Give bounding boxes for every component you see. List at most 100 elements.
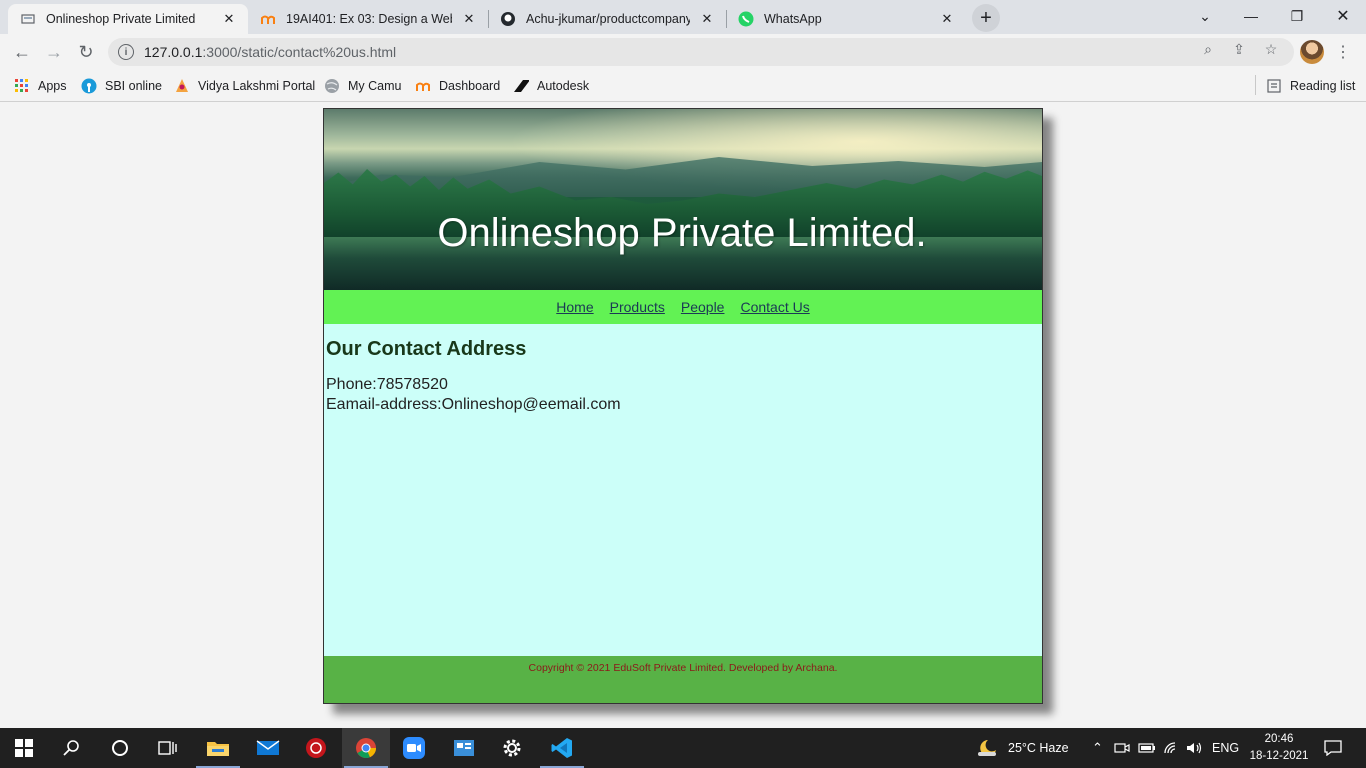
bookmark-sbi[interactable]: SBI online: [81, 76, 162, 96]
search-button[interactable]: [48, 728, 96, 768]
bookmark-autodesk[interactable]: Autodesk: [513, 76, 589, 96]
meet-now-icon[interactable]: [1114, 728, 1130, 768]
url-host: 127.0.0.1: [144, 44, 203, 60]
minimize-button[interactable]: —: [1228, 0, 1274, 32]
wifi-icon[interactable]: [1163, 728, 1181, 768]
search-icon: [63, 740, 79, 756]
url-path: :3000/static/contact%20us.html: [202, 44, 397, 60]
vscode-button[interactable]: [538, 728, 586, 768]
site-footer: Copyright © 2021 EduSoft Private Limited…: [324, 656, 1042, 703]
contact-heading: Our Contact Address: [326, 338, 527, 360]
folder-icon: [207, 742, 229, 756]
file-explorer-button[interactable]: [194, 728, 242, 768]
close-tab-icon[interactable]: ✕: [698, 10, 716, 28]
contact-email: Eamail-address:Onlineshop@eemail.com: [326, 396, 621, 413]
vscode-icon: [551, 738, 572, 758]
header-banner: Onlineshop Private Limited.: [324, 109, 1042, 290]
nav-people-link[interactable]: People: [681, 299, 725, 315]
browser-toolbar: ← → ↻ i 127.0.0.1:3000/static/contact%20…: [0, 34, 1366, 70]
task-view-icon: [158, 741, 177, 755]
start-button[interactable]: [0, 728, 48, 768]
taskbar: 25°C Haze ⌃ ENG 20:46 18-12-2021: [0, 728, 1366, 768]
cortana-icon: [112, 740, 128, 756]
nav-products-link[interactable]: Products: [610, 299, 665, 315]
nav-home-link[interactable]: Home: [556, 299, 593, 315]
close-window-button[interactable]: ✕: [1320, 0, 1366, 32]
bookmark-dashboard[interactable]: Dashboard: [415, 76, 500, 96]
app-red-button[interactable]: [292, 728, 340, 768]
page-icon: [20, 11, 36, 27]
back-button[interactable]: ←: [8, 38, 36, 66]
bookmark-apps[interactable]: Apps: [14, 76, 67, 96]
taskbar-clock[interactable]: 20:46 18-12-2021: [1244, 731, 1314, 765]
new-tab-button[interactable]: +: [972, 4, 1000, 32]
contact-content: Our Contact Address Phone:78578520 Eamai…: [324, 324, 1042, 657]
shield-red-icon: [306, 738, 326, 758]
bookmark-star-icon[interactable]: ☆: [1261, 39, 1281, 59]
apps-grid-icon: [14, 78, 30, 94]
whatsapp-icon: [738, 11, 754, 27]
mail-icon: [256, 740, 280, 755]
notification-icon: [1324, 740, 1342, 756]
show-hidden-icons[interactable]: ⌃: [1092, 728, 1103, 768]
chrome-icon: [356, 738, 377, 758]
mail-button[interactable]: [244, 728, 292, 768]
tab-github[interactable]: Achu-jkumar/productcompanyw ✕: [488, 4, 726, 34]
language-indicator[interactable]: ENG: [1212, 728, 1239, 768]
tab-search-icon[interactable]: ⌄: [1182, 0, 1228, 32]
tab-whatsapp[interactable]: WhatsApp ✕: [726, 4, 966, 34]
close-tab-icon[interactable]: ✕: [460, 10, 478, 28]
cortana-button[interactable]: [96, 728, 144, 768]
gear-icon: [503, 739, 521, 757]
control-panel-button[interactable]: [440, 728, 488, 768]
reading-list[interactable]: Reading list: [1266, 76, 1355, 96]
address-bar[interactable]: i 127.0.0.1:3000/static/contact%20us.htm…: [108, 38, 1294, 66]
windows-icon: [15, 739, 33, 757]
github-icon: [500, 11, 516, 27]
notifications-button[interactable]: [1324, 728, 1342, 768]
site-title: Onlineshop Private Limited.: [437, 211, 927, 255]
bookmark-vidya-lakshmi[interactable]: Vidya Lakshmi Portal: [174, 76, 315, 96]
nav-contact-link[interactable]: Contact Us: [740, 299, 809, 315]
clock-time: 20:46: [1264, 733, 1294, 745]
page-viewport: Onlineshop Private Limited. Home Product…: [0, 103, 1366, 728]
reading-list-icon: [1266, 78, 1282, 94]
bookmarks-separator: [1255, 75, 1256, 95]
bookmarks-bar: Apps SBI online Vidya Lakshmi Portal My …: [0, 70, 1366, 102]
weather-widget[interactable]: 25°C Haze: [976, 728, 1069, 768]
chrome-button[interactable]: [342, 728, 390, 768]
battery-icon[interactable]: [1138, 728, 1156, 768]
vidya-lakshmi-icon: [174, 78, 190, 94]
profile-avatar[interactable]: [1300, 40, 1324, 64]
moodle-icon: [415, 78, 431, 94]
globe-icon: [324, 78, 340, 94]
close-tab-icon[interactable]: ✕: [220, 10, 238, 28]
site-info-icon[interactable]: i: [118, 44, 134, 60]
reload-button[interactable]: ↻: [72, 38, 100, 66]
settings-button[interactable]: [488, 728, 536, 768]
zoom-icon: [403, 737, 425, 759]
site-container: Onlineshop Private Limited. Home Product…: [323, 108, 1043, 704]
task-view-button[interactable]: [144, 728, 192, 768]
site-nav: Home Products People Contact Us: [324, 290, 1042, 324]
menu-kebab-icon[interactable]: ⋮: [1335, 40, 1351, 64]
tab-onlineshop[interactable]: Onlineshop Private Limited ✕: [8, 4, 248, 34]
zoom-icon[interactable]: ⌕: [1198, 39, 1218, 59]
footer-copyright: Copyright © 2021 EduSoft Private Limited…: [528, 662, 838, 674]
control-panel-icon: [454, 740, 474, 756]
clock-date: 18-12-2021: [1249, 750, 1309, 762]
autodesk-icon: [513, 78, 529, 94]
contact-phone: Phone:78578520: [326, 376, 448, 393]
tab-strip: Onlineshop Private Limited ✕ 19AI401: Ex…: [0, 0, 1366, 34]
bookmark-my-camu[interactable]: My Camu: [324, 76, 401, 96]
sbi-icon: [81, 78, 97, 94]
forward-button[interactable]: →: [40, 38, 68, 66]
volume-icon[interactable]: [1186, 728, 1204, 768]
zoom-app-button[interactable]: [390, 728, 438, 768]
weather-moon-icon: [978, 740, 996, 756]
restore-button[interactable]: ❐: [1274, 0, 1320, 32]
moodle-icon: [260, 11, 276, 27]
close-tab-icon[interactable]: ✕: [938, 10, 956, 28]
tab-ex03[interactable]: 19AI401: Ex 03: Design a Website ✕: [248, 4, 488, 34]
share-icon[interactable]: ⇪: [1229, 39, 1249, 59]
